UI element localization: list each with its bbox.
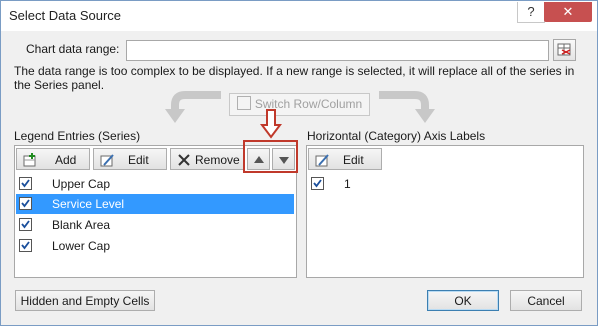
close-button[interactable]: ✕ [544, 2, 592, 22]
edit-series-label: Edit [128, 153, 149, 167]
range-select-icon [557, 43, 571, 56]
series-checkbox[interactable] [19, 239, 32, 252]
hidden-and-empty-cells-button[interactable]: Hidden and Empty Cells [15, 290, 155, 311]
series-item-upper-cap[interactable]: Upper Cap [16, 174, 294, 194]
cancel-button[interactable]: Cancel [510, 290, 582, 311]
series-label: Upper Cap [52, 177, 111, 191]
checkmark-icon [21, 241, 30, 250]
edit-icon [315, 154, 329, 167]
chart-data-range-label: Chart data range: [26, 42, 120, 56]
add-icon [23, 153, 36, 167]
series-item-service-level[interactable]: Service Level [16, 194, 294, 214]
axis-checkbox[interactable] [311, 177, 324, 190]
switch-icon [236, 96, 251, 110]
legend-entries-heading: Legend Entries (Series) [14, 129, 141, 143]
edit-icon [100, 154, 114, 167]
edit-axis-labels-button[interactable]: Edit [308, 148, 382, 170]
switch-row-column-button: Switch Row/Column [229, 93, 370, 116]
annotation-down-arrow-icon [260, 109, 282, 139]
axis-labels-panel: Edit 1 [306, 145, 584, 278]
series-checkbox[interactable] [19, 197, 32, 210]
chart-data-range-input[interactable] [126, 40, 549, 61]
axis-item[interactable]: 1 [308, 174, 580, 194]
remove-series-label: Remove [195, 153, 240, 167]
range-description: The data range is too complex to be disp… [14, 64, 575, 92]
series-label: Service Level [52, 197, 125, 211]
help-button[interactable]: ? [517, 2, 545, 23]
remove-series-button[interactable]: Remove [170, 148, 244, 170]
edit-axis-label: Edit [343, 153, 364, 167]
axis-item-label: 1 [344, 177, 351, 191]
collapse-dialog-button[interactable] [553, 39, 576, 61]
series-item-lower-cap[interactable]: Lower Cap [16, 236, 294, 256]
right-curved-arrow-icon [379, 91, 435, 123]
series-label: Blank Area [52, 218, 111, 232]
checkmark-icon [21, 199, 30, 208]
axis-labels-heading: Horizontal (Category) Axis Labels [307, 129, 486, 143]
add-series-label: Add [55, 153, 77, 167]
add-series-button[interactable]: Add [16, 148, 90, 170]
dialog-title: Select Data Source [9, 8, 122, 23]
title-bar: Select Data Source ? ✕ [1, 1, 597, 31]
series-item-blank-area[interactable]: Blank Area [16, 215, 294, 235]
ok-button[interactable]: OK [427, 290, 499, 311]
remove-x-icon [178, 154, 190, 166]
select-data-source-dialog: Select Data Source ? ✕ Chart data range:… [0, 0, 598, 326]
series-checkbox[interactable] [19, 218, 32, 231]
checkmark-icon [21, 220, 30, 229]
checkmark-icon [313, 179, 322, 188]
checkmark-icon [21, 179, 30, 188]
left-curved-arrow-icon [165, 91, 221, 123]
series-label: Lower Cap [52, 239, 111, 253]
annotation-highlight-box [243, 140, 298, 173]
series-checkbox[interactable] [19, 177, 32, 190]
edit-series-button[interactable]: Edit [93, 148, 167, 170]
